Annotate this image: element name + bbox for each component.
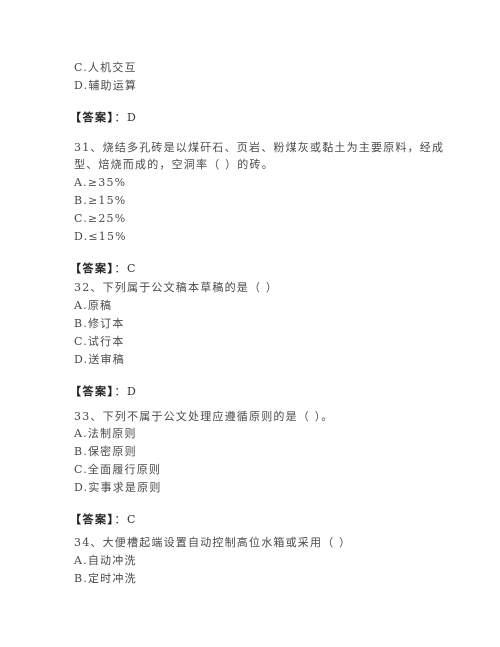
answer-value: C — [127, 262, 137, 275]
option-text: 实事求是原则 — [88, 481, 162, 494]
option-text: 试行本 — [87, 335, 125, 348]
option-text: 送审稿 — [88, 353, 125, 366]
option-text: ≤15% — [88, 230, 127, 243]
answer-label: 【答案】 — [70, 262, 115, 275]
question-stem: 33、下列不属于公文处理应遵循原则的是（ ）。 — [74, 410, 334, 424]
option-label: C. — [74, 212, 88, 225]
answer-separator: ： — [114, 111, 127, 124]
option-text: 自动冲洗 — [87, 554, 137, 567]
option-label: C. — [74, 463, 88, 476]
option-a: A.法制原则 — [74, 427, 137, 441]
question-stem: 32、下列属于公文稿本草稿的是（ ） — [74, 281, 278, 295]
option-b: B.保密原则 — [74, 445, 137, 459]
option-d: D.≤15% — [74, 230, 127, 244]
option-text: ≥15% — [87, 194, 127, 207]
option-label: A. — [74, 554, 88, 567]
option-a: A.自动冲洗 — [74, 554, 137, 568]
question-stem: 34、大便槽起端设置自动控制高位水箱或采用（ ） — [74, 536, 351, 550]
option-label: A. — [74, 427, 88, 440]
question-text: 大便槽起端设置自动控制高位水箱或采用（ ） — [102, 536, 352, 549]
answer-label: 【答案】 — [70, 513, 115, 526]
option-text: 原稿 — [87, 299, 113, 312]
option-label: B. — [74, 445, 88, 458]
document-page: C.人机交互 D.辅助运算 【答案】：D 31、烧结多孔砖是以煤矸石、页岩、粉煤… — [0, 0, 500, 647]
option-c: C.人机交互 — [74, 61, 137, 75]
question-stem: 31、烧结多孔砖是以煤矸石、页岩、粉煤灰或黏土为主要原料，经成 — [74, 141, 444, 155]
option-label: D. — [74, 481, 89, 494]
option-label: D. — [74, 353, 89, 366]
option-label: C. — [74, 335, 88, 348]
answer-label: 【答案】 — [70, 111, 115, 124]
option-label: A. — [74, 176, 88, 189]
option-text: 定时冲洗 — [87, 572, 137, 585]
option-a: A.≥35% — [74, 176, 126, 190]
option-label: B. — [74, 317, 88, 330]
option-c: C.试行本 — [74, 335, 125, 349]
option-c: C.≥25% — [74, 212, 126, 226]
option-label: D. — [74, 230, 89, 243]
option-label: A. — [74, 299, 88, 312]
question-number: 33、 — [74, 410, 103, 423]
option-text: 保密原则 — [87, 445, 137, 458]
question-text: 型、焙烧而成的，空洞率（ ）的砖。 — [74, 158, 274, 171]
answer-value: C — [127, 513, 137, 526]
answer-label: 【答案】 — [70, 385, 115, 398]
option-text: ≥35% — [87, 176, 127, 189]
answer-value: D — [127, 385, 138, 398]
answer-line: 【答案】：D — [70, 385, 137, 399]
option-d: D.送审稿 — [74, 353, 125, 367]
option-b: B.≥15% — [74, 194, 126, 208]
answer-line: 【答案】：C — [70, 262, 137, 276]
option-text: 辅助运算 — [88, 79, 138, 92]
question-number: 31、 — [74, 141, 103, 154]
option-text: ≥25% — [87, 212, 127, 225]
option-c: C.全面履行原则 — [74, 463, 161, 477]
option-label: B. — [74, 572, 88, 585]
option-text: 人机交互 — [87, 61, 137, 74]
question-number: 32、 — [74, 281, 103, 294]
answer-separator: ： — [114, 385, 127, 398]
question-text: 下列属于公文稿本草稿的是（ ） — [102, 281, 279, 294]
option-text: 法制原则 — [87, 427, 137, 440]
option-b: B.修订本 — [74, 317, 125, 331]
option-label: B. — [74, 194, 88, 207]
answer-line: 【答案】：C — [70, 513, 137, 527]
answer-separator: ： — [114, 262, 127, 275]
question-number: 34、 — [74, 536, 103, 549]
question-text: 下列不属于公文处理应遵循原则的是（ ）。 — [102, 410, 334, 423]
question-text: 烧结多孔砖是以煤矸石、页岩、粉煤灰或黏土为主要原料，经成 — [102, 141, 445, 154]
option-d: D.辅助运算 — [74, 79, 137, 93]
option-label: D. — [74, 79, 89, 92]
answer-line: 【答案】：D — [70, 111, 137, 125]
option-text: 全面履行原则 — [87, 463, 162, 476]
option-text: 修订本 — [87, 317, 125, 330]
option-d: D.实事求是原则 — [74, 481, 162, 495]
answer-value: D — [127, 111, 138, 124]
answer-separator: ： — [114, 513, 127, 526]
question-stem-continued: 型、焙烧而成的，空洞率（ ）的砖。 — [74, 158, 274, 172]
option-a: A.原稿 — [74, 299, 112, 313]
option-label: C. — [74, 61, 88, 74]
option-b: B.定时冲洗 — [74, 572, 137, 586]
